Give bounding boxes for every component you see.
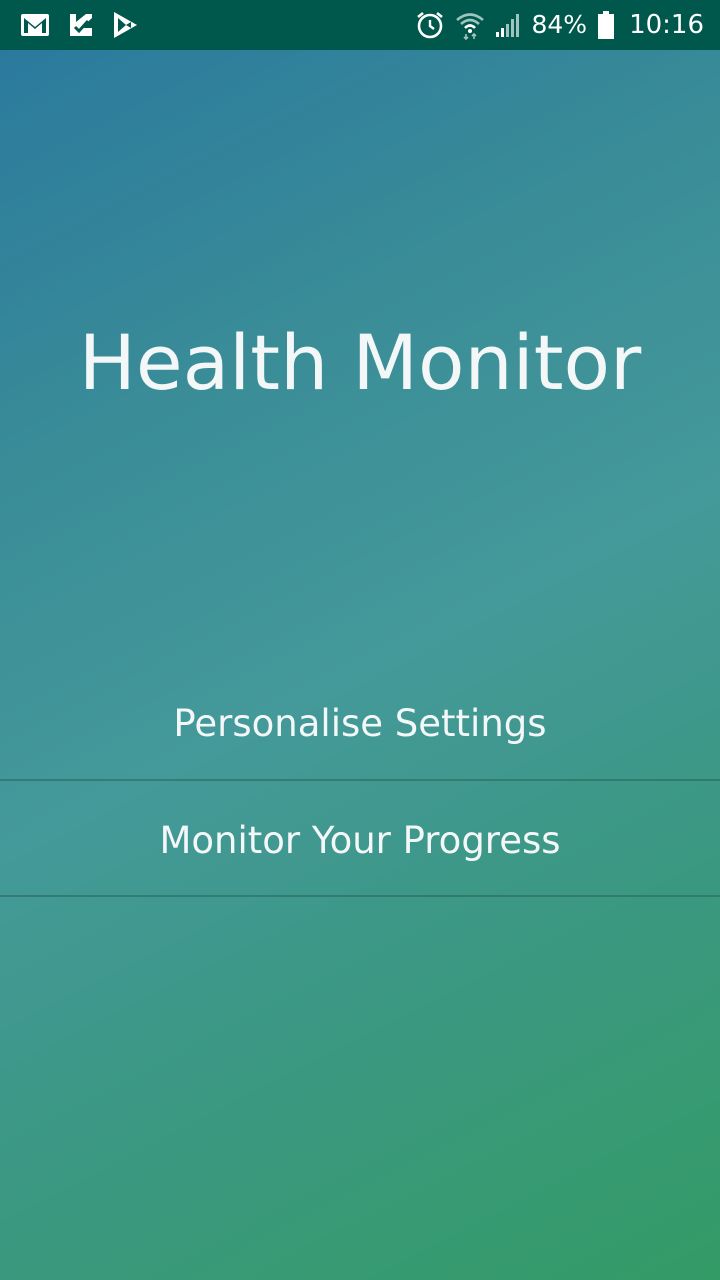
personalise-settings-button[interactable]: Personalise Settings — [0, 664, 720, 780]
task-check-icon — [68, 12, 94, 38]
alarm-icon — [415, 10, 445, 40]
system-indicators: 84% 10:16 — [415, 8, 704, 42]
notification-icons — [20, 10, 138, 40]
monitor-progress-button[interactable]: Monitor Your Progress — [0, 781, 720, 896]
main-screen: Health Monitor Personalise Settings Moni… — [0, 50, 720, 1280]
gmail-icon — [20, 13, 50, 37]
menu-divider — [0, 895, 720, 897]
battery-percent: 84% — [531, 10, 588, 39]
wifi-icon — [455, 10, 485, 40]
play-store-icon — [112, 11, 138, 39]
clock-time: 10:16 — [629, 10, 704, 40]
battery-icon — [597, 10, 615, 40]
status-bar: 84% 10:16 — [0, 0, 720, 50]
app-title: Health Monitor — [78, 318, 642, 407]
cell-signal-icon — [495, 12, 521, 38]
